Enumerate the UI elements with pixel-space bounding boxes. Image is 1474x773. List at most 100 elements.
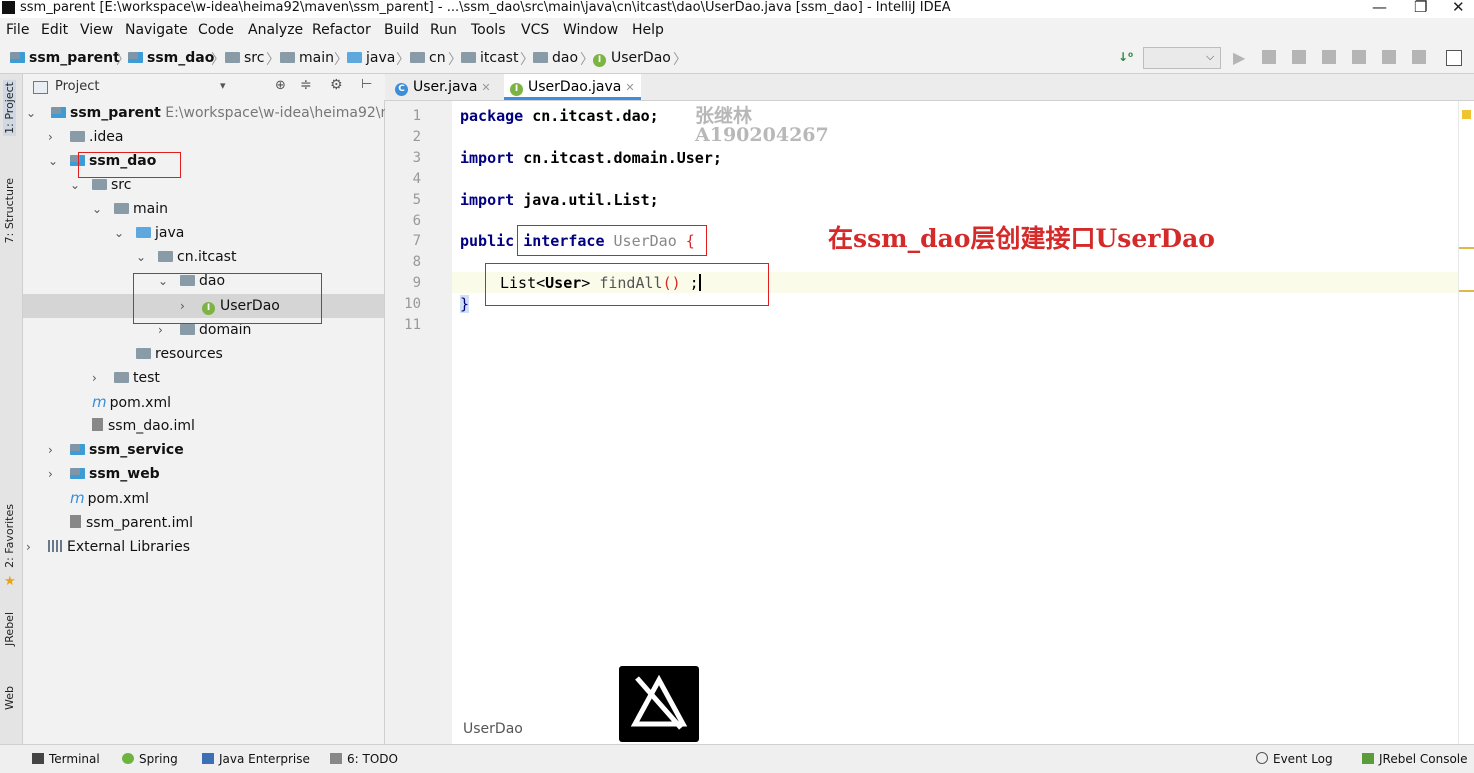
menu-run[interactable]: Run xyxy=(430,22,457,38)
tool-tab-favorites[interactable]: 2: Favorites xyxy=(3,504,16,568)
crumb-cn[interactable]: cn xyxy=(410,50,446,66)
menu-window[interactable]: Window xyxy=(563,22,618,38)
tree-label: ssm_web xyxy=(89,466,160,482)
locate-icon[interactable]: ⊕ xyxy=(275,78,286,93)
coverage-icon[interactable] xyxy=(1292,50,1306,64)
crumb-main[interactable]: main xyxy=(280,50,334,66)
menu-tools[interactable]: Tools xyxy=(471,22,506,38)
restore-button[interactable]: ❐ xyxy=(1414,0,1427,16)
menu-navigate[interactable]: Navigate xyxy=(125,22,188,38)
build-project-icon[interactable]: ↓⁰ xyxy=(1118,50,1133,64)
tree-label: domain xyxy=(199,322,252,338)
crumb-itcast[interactable]: itcast xyxy=(461,50,518,66)
tool-jrebel-console[interactable]: JRebel Console xyxy=(1362,752,1468,766)
collapse-all-icon[interactable]: ≑ xyxy=(300,77,312,93)
highlight-box-findall xyxy=(485,263,769,306)
tool-terminal[interactable]: Terminal xyxy=(32,752,100,766)
project-tree: ⌄ ssm_parent E:\workspace\w-idea\heima92… xyxy=(23,100,403,744)
tool-todo[interactable]: 6: TODO xyxy=(330,752,398,766)
menu-build[interactable]: Build xyxy=(384,22,419,38)
tab-userdao-java[interactable]: I UserDao.java ✕ xyxy=(504,74,641,100)
library-icon xyxy=(48,540,62,552)
interface-icon: I xyxy=(593,54,606,67)
tool-tab-jrebel[interactable]: JRebel xyxy=(3,612,16,646)
tab-user-java[interactable]: C User.java ✕ xyxy=(389,74,497,100)
tool-tab-web[interactable]: Web xyxy=(3,686,16,710)
folder-icon xyxy=(114,372,129,383)
crumb-dao[interactable]: dao xyxy=(533,50,578,66)
view-mode-dropdown-icon[interactable]: ▾ xyxy=(220,79,226,92)
menu-refactor[interactable]: Refactor xyxy=(312,22,371,38)
inspection-status-icon[interactable] xyxy=(1462,110,1471,119)
crumb-label: src xyxy=(244,50,265,66)
module-folder-icon xyxy=(10,52,25,63)
warning-marker[interactable] xyxy=(1459,290,1474,292)
minimize-button[interactable]: — xyxy=(1372,0,1387,16)
tool-event-log[interactable]: Event Log xyxy=(1256,752,1333,766)
code-editor[interactable]: package cn.itcast.dao; import cn.itcast.… xyxy=(452,101,1458,744)
menu-vcs[interactable]: VCS xyxy=(521,22,549,38)
module-folder-icon xyxy=(70,444,85,455)
code-line-1: package cn.itcast.dao; xyxy=(460,107,659,125)
jrebel-run-icon[interactable] xyxy=(1322,50,1336,64)
menu-view[interactable]: View xyxy=(80,22,113,38)
code-line-10: } xyxy=(460,295,470,313)
line-number: 1 xyxy=(412,108,421,124)
run-config-dropdown[interactable]: ⌵ xyxy=(1143,47,1221,69)
chevron-right-icon: 〉 xyxy=(334,52,348,68)
update-icon[interactable] xyxy=(1382,50,1396,64)
warning-marker[interactable] xyxy=(1459,247,1474,249)
crumb-label: dao xyxy=(552,50,579,66)
tool-label: 6: TODO xyxy=(347,752,398,766)
line-number: 5 xyxy=(412,192,421,208)
code-line-3: import cn.itcast.domain.User; xyxy=(460,149,722,167)
resources-folder-icon xyxy=(136,348,151,359)
tool-java-enterprise[interactable]: Java Enterprise xyxy=(202,752,310,766)
brace: } xyxy=(460,295,470,313)
tool-tab-project[interactable]: 1: Project xyxy=(3,80,16,136)
chevron-right-icon: › xyxy=(26,540,31,554)
crumb-src[interactable]: src xyxy=(225,50,264,66)
jrebel-debug-icon[interactable] xyxy=(1352,50,1366,64)
menu-code[interactable]: Code xyxy=(198,22,234,38)
menu-help[interactable]: Help xyxy=(632,22,664,38)
project-structure-icon[interactable] xyxy=(1446,50,1462,66)
close-tab-icon[interactable]: ✕ xyxy=(481,81,490,94)
annotation-text: 在ssm_dao层创建接口UserDao xyxy=(828,224,1215,253)
menu-analyze[interactable]: Analyze xyxy=(248,22,303,38)
crumb-ssm-dao[interactable]: ssm_dao xyxy=(128,50,214,66)
close-tab-icon[interactable]: ✕ xyxy=(625,81,634,94)
run-icon[interactable]: ▶ xyxy=(1233,48,1245,67)
debug-icon[interactable] xyxy=(1262,50,1276,64)
hide-panel-icon[interactable]: ⊢ xyxy=(361,77,372,92)
close-button[interactable]: ✕ xyxy=(1452,0,1465,16)
tree-label: .idea xyxy=(89,129,124,145)
spring-icon xyxy=(122,753,134,764)
project-panel-header: Project ▾ ⊕ ≑ ⚙ ⊢ xyxy=(23,74,384,101)
chevron-down-icon: ⌄ xyxy=(114,226,125,240)
terminal-icon xyxy=(32,753,44,764)
crumb-label: java xyxy=(366,50,396,66)
crumb-java[interactable]: java xyxy=(347,50,395,66)
crumb-label: itcast xyxy=(480,50,519,66)
tool-tab-structure[interactable]: 7: Structure xyxy=(3,178,16,243)
gear-icon[interactable]: ⚙ xyxy=(330,77,343,93)
menu-file[interactable]: File xyxy=(6,22,29,38)
editor-tabs: C User.java ✕ I UserDao.java ✕ xyxy=(385,74,1474,101)
crumb-userdao[interactable]: I UserDao xyxy=(593,50,671,67)
chevron-down-icon: ⌄ xyxy=(48,154,59,168)
tree-label: ssm_parent.iml xyxy=(86,515,193,531)
module-folder-icon xyxy=(51,107,66,118)
editor-scrollbar[interactable] xyxy=(1458,101,1474,744)
stop-icon[interactable] xyxy=(1412,50,1426,64)
warning-triangle-icon xyxy=(630,674,688,730)
editor-breadcrumb[interactable]: UserDao xyxy=(463,721,523,737)
intellij-app-icon xyxy=(2,1,15,14)
tool-label: JRebel Console xyxy=(1379,752,1468,766)
left-tool-strip: 1: Project 7: Structure 2: Favorites ★ J… xyxy=(0,74,23,744)
menu-edit[interactable]: Edit xyxy=(41,22,68,38)
tool-spring[interactable]: Spring xyxy=(122,752,178,766)
bottom-tool-bar: Terminal Spring Java Enterprise 6: TODO … xyxy=(0,744,1474,773)
keyword: import xyxy=(460,191,515,209)
crumb-ssm-parent[interactable]: ssm_parent xyxy=(10,50,120,66)
